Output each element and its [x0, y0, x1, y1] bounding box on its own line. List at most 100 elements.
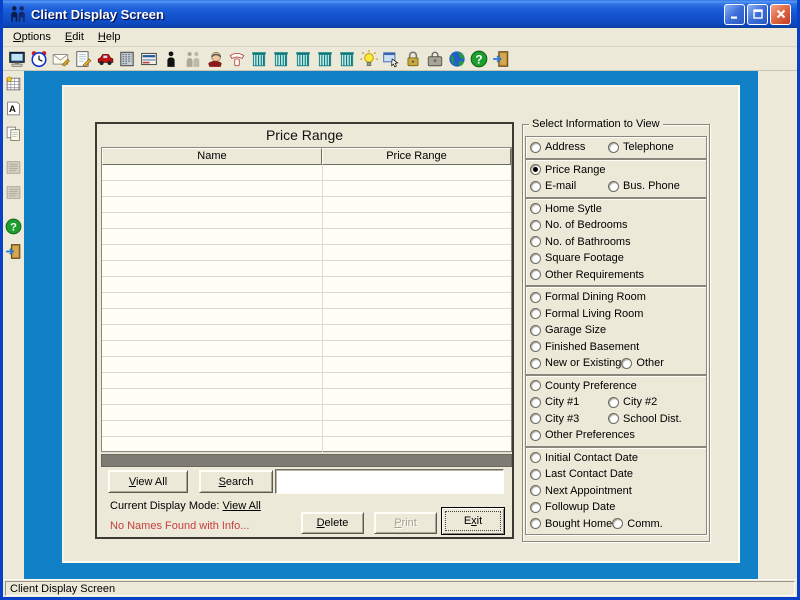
table-row: [102, 389, 511, 405]
radio-city-2[interactable]: [608, 397, 619, 408]
radio-school-dist[interactable]: [608, 413, 619, 424]
no-names-message: No Names Found with Info...: [110, 520, 249, 532]
globe-icon[interactable]: [446, 48, 468, 70]
radio-price-range[interactable]: [530, 164, 541, 175]
search-button[interactable]: Search: [199, 470, 273, 493]
status-bar: Client Display Screen: [3, 579, 797, 597]
font-icon[interactable]: A: [4, 99, 23, 118]
radio-bought-home[interactable]: [530, 518, 541, 529]
radio-city-3[interactable]: [530, 413, 541, 424]
search-input[interactable]: [275, 469, 504, 494]
radio-telephone[interactable]: [608, 142, 619, 153]
report-icon-1[interactable]: [4, 158, 23, 177]
radio-e-mail[interactable]: [530, 181, 541, 192]
phone-icon[interactable]: [226, 48, 248, 70]
help-icon-side[interactable]: ?: [4, 217, 23, 236]
app-window: Client Display Screen Options Edit Help …: [0, 0, 800, 600]
radio-address[interactable]: [530, 142, 541, 153]
exit-icon[interactable]: [490, 48, 512, 70]
help-icon[interactable]: ?: [468, 48, 490, 70]
radio-city-1[interactable]: [530, 397, 541, 408]
print-button[interactable]: Print: [374, 512, 437, 534]
exit-icon-side[interactable]: [4, 242, 23, 261]
menu-options[interactable]: Options: [6, 29, 58, 45]
info-section-2: Price RangeE-mailBus. Phone: [525, 159, 707, 198]
radio-bus-phone[interactable]: [608, 181, 619, 192]
radio-square-footage-label: Square Footage: [545, 252, 624, 264]
schedule-icon[interactable]: [138, 48, 160, 70]
column-header-name[interactable]: Name: [102, 148, 322, 165]
select-icon[interactable]: [380, 48, 402, 70]
radio-initial-contact-date[interactable]: [530, 452, 541, 463]
horizontal-scrollbar[interactable]: [101, 454, 512, 467]
car-icon[interactable]: [94, 48, 116, 70]
radio-comm[interactable]: [612, 518, 623, 529]
delete-button[interactable]: Delete: [301, 512, 364, 534]
radio-other-preferences[interactable]: [530, 430, 541, 441]
radio-city-1-label: City #1: [545, 396, 579, 408]
radio-home-sytle[interactable]: [530, 203, 541, 214]
notepad-icon[interactable]: [72, 48, 94, 70]
building-icon-3[interactable]: [292, 48, 314, 70]
report-icon-2[interactable]: [4, 183, 23, 202]
radio-no-of-bedrooms[interactable]: [530, 220, 541, 231]
radio-comm-label: Comm.: [627, 518, 662, 530]
grid-header: Name Price Range: [102, 148, 511, 165]
view-all-button[interactable]: View All: [108, 470, 188, 493]
clock-icon[interactable]: [28, 48, 50, 70]
radio-next-appointment[interactable]: [530, 485, 541, 496]
client-area: Price Range Name Price Range View All Se…: [24, 71, 758, 579]
grid-body[interactable]: [102, 165, 511, 453]
table-row: [102, 213, 511, 229]
radio-formal-living-room[interactable]: [530, 308, 541, 319]
close-button[interactable]: [770, 4, 791, 25]
svg-text:?: ?: [475, 52, 482, 66]
building-icon-5[interactable]: [336, 48, 358, 70]
status-bar-text: Client Display Screen: [5, 581, 795, 596]
mail-icon[interactable]: [50, 48, 72, 70]
person-icon[interactable]: [160, 48, 182, 70]
people-icon[interactable]: [182, 48, 204, 70]
grid-icon[interactable]: [4, 74, 23, 93]
radio-other-requirements[interactable]: [530, 269, 541, 280]
radio-city-2-label: City #2: [623, 396, 657, 408]
radio-formal-dining-room[interactable]: [530, 292, 541, 303]
minimize-button[interactable]: [724, 4, 745, 25]
radio-new-or-existing[interactable]: [530, 358, 541, 369]
table-row: [102, 229, 511, 245]
main-panel: Price Range Name Price Range View All Se…: [62, 85, 740, 563]
table-row: [102, 165, 511, 181]
lock-icon[interactable]: [402, 48, 424, 70]
table-row: [102, 181, 511, 197]
table-row: [102, 373, 511, 389]
idea-icon[interactable]: [358, 48, 380, 70]
briefcase-icon[interactable]: [424, 48, 446, 70]
table-row: [102, 341, 511, 357]
radio-other-label: Other: [636, 357, 664, 369]
computer-icon[interactable]: [6, 48, 28, 70]
radio-county-preference[interactable]: [530, 380, 541, 391]
radio-no-of-bathrooms[interactable]: [530, 236, 541, 247]
copy-icon[interactable]: [4, 124, 23, 143]
radio-followup-date[interactable]: [530, 502, 541, 513]
building-icon-2[interactable]: [270, 48, 292, 70]
radio-garage-size[interactable]: [530, 325, 541, 336]
radio-square-footage[interactable]: [530, 253, 541, 264]
info-section-3: Home SytleNo. of BedroomsNo. of Bathroom…: [525, 198, 707, 287]
radio-no-of-bedrooms-label: No. of Bedrooms: [545, 219, 628, 231]
radio-finished-basement[interactable]: [530, 341, 541, 352]
menu-help[interactable]: Help: [91, 29, 128, 45]
radio-last-contact-date[interactable]: [530, 469, 541, 480]
radio-other[interactable]: [621, 358, 632, 369]
building-icon-4[interactable]: [314, 48, 336, 70]
menu-edit[interactable]: Edit: [58, 29, 91, 45]
client-grid: Name Price Range: [101, 147, 512, 452]
call-icon[interactable]: [204, 48, 226, 70]
column-header-price-range[interactable]: Price Range: [322, 148, 511, 165]
radio-other-requirements-label: Other Requirements: [545, 269, 644, 281]
exit-button[interactable]: Exit: [441, 507, 505, 535]
building-icon-1[interactable]: [248, 48, 270, 70]
maximize-button[interactable]: [747, 4, 768, 25]
radio-next-appointment-label: Next Appointment: [545, 485, 632, 497]
memo-icon[interactable]: [116, 48, 138, 70]
